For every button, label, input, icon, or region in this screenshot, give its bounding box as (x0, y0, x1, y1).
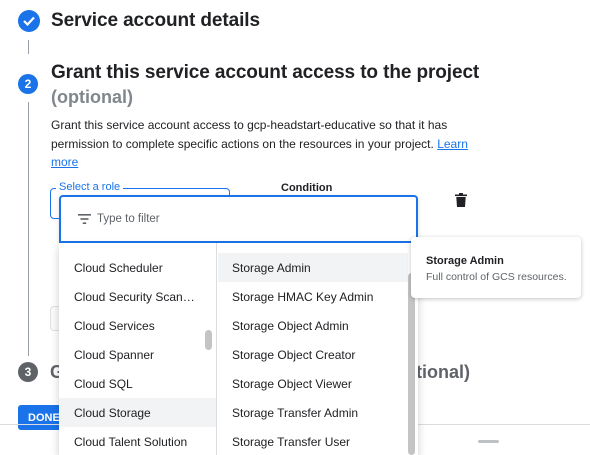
service-item[interactable]: Cloud Spanner (59, 340, 217, 369)
service-item[interactable]: Cloud Talent Solution (59, 427, 217, 455)
service-item[interactable]: Cloud Security Scan… (59, 282, 217, 311)
step3-number: 3 (18, 362, 38, 382)
service-item[interactable]: Cloud Services (59, 311, 217, 340)
role-item[interactable]: Storage Object Viewer (218, 369, 408, 398)
role-item[interactable]: Storage Transfer Admin (218, 398, 408, 427)
step-connector (28, 102, 29, 356)
filter-icon (78, 214, 91, 224)
service-item[interactable]: Cloud SQL (59, 369, 217, 398)
role-item[interactable]: Storage HMAC Key Admin (218, 282, 408, 311)
role-dropdown-menu: Cloud Scheduler Cloud Security Scan… Clo… (59, 243, 418, 455)
service-item[interactable]: Cloud Scheduler (59, 253, 217, 282)
condition-label: Condition (281, 182, 333, 194)
service-list-scrollbar[interactable] (205, 330, 212, 350)
resize-handle[interactable] (478, 440, 499, 443)
done-button[interactable]: DONE (18, 405, 62, 430)
delete-icon[interactable] (455, 193, 467, 207)
role-list-scrollbar[interactable] (408, 273, 415, 455)
step1-title[interactable]: Service account details (51, 10, 260, 32)
menu-divider (216, 243, 217, 455)
role-filter-box (59, 195, 418, 243)
step2-number: 2 (18, 74, 38, 94)
select-role-label: Select a role (56, 181, 124, 193)
role-item[interactable]: Storage Object Creator (218, 340, 408, 369)
step2-description: Grant this service account access to gcp… (51, 116, 471, 172)
description-text: Grant this service account access to gcp… (51, 118, 448, 151)
step2-optional: (optional) (51, 87, 133, 107)
filter-input[interactable] (97, 209, 397, 229)
step-connector (28, 40, 29, 54)
step2-title: Grant this service account access to the… (51, 62, 480, 83)
service-item-selected[interactable]: Cloud Storage (59, 398, 217, 427)
role-list: Storage Admin Storage HMAC Key Admin Sto… (218, 253, 408, 455)
tooltip-title: Storage Admin (426, 255, 504, 267)
role-item[interactable]: Storage Object Admin (218, 311, 408, 340)
tooltip-body: Full control of GCS resources. (426, 271, 567, 283)
role-tooltip: Storage Admin Full control of GCS resour… (411, 237, 581, 298)
step-completed-icon (18, 10, 40, 32)
role-item-selected[interactable]: Storage Admin (218, 253, 408, 282)
role-item[interactable]: Storage Transfer User (218, 427, 408, 455)
service-list: Cloud Scheduler Cloud Security Scan… Clo… (59, 253, 217, 455)
